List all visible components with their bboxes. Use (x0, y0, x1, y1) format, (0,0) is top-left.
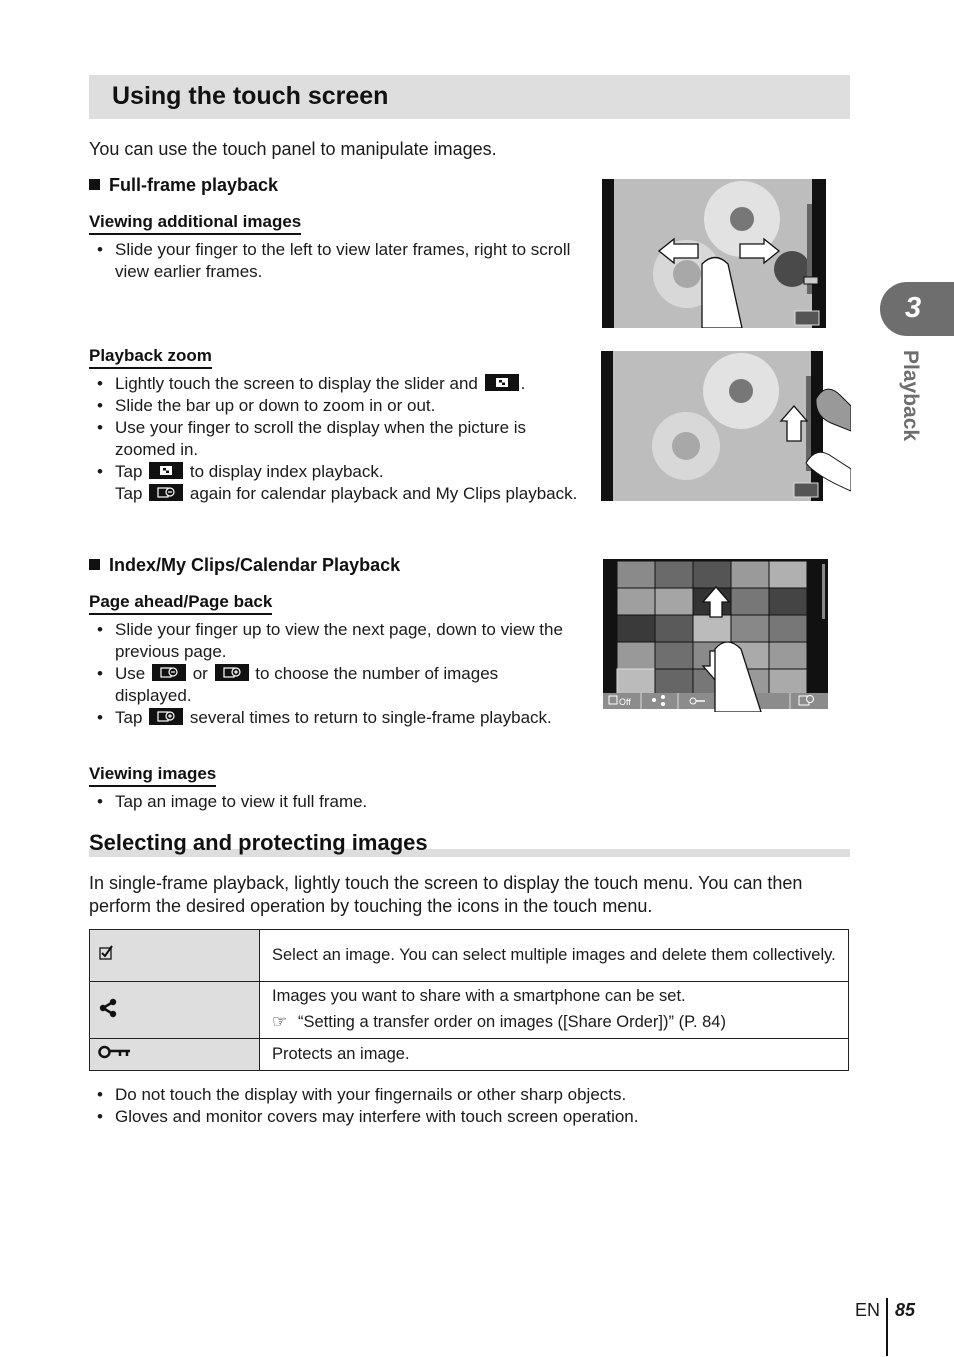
touch-menu-off-label: Off (619, 697, 631, 707)
list-item: Slide your finger up to view the next pa… (89, 619, 579, 663)
bullet-text: or (192, 664, 208, 683)
selecting-heading-text: Selecting and protecting images (89, 830, 428, 855)
bullet-text: Tap (115, 484, 143, 503)
playback-zoom-subheading: Playback zoom (89, 346, 212, 369)
index-heading-text: Index/My Clips/Calendar Playback (109, 555, 401, 575)
list-item: Tap to display index playback. Tap again… (89, 461, 579, 505)
list-item: Gloves and monitor covers may interfere … (89, 1106, 849, 1128)
index-heading: Index/My Clips/Calendar Playback (86, 555, 400, 576)
list-item: Tap an image to view it full frame. (89, 791, 579, 813)
chapter-label: Playback (886, 350, 926, 460)
full-frame-swipe-illustration (602, 179, 826, 328)
page-ahead-list: Slide your finger up to view the next pa… (89, 619, 579, 729)
index-zoom-out-icon (149, 484, 184, 501)
page-title-bar: Using the touch screen (89, 75, 850, 119)
chapter-label-text: Playback (899, 350, 922, 442)
checkbox-icon (99, 945, 113, 960)
footer-language: EN (855, 1300, 881, 1320)
full-frame-heading-text: Full-frame playback (109, 175, 279, 195)
notes-list: Do not touch the display with your finge… (89, 1084, 849, 1128)
chapter-number: 3 (905, 292, 922, 324)
page-title: Using the touch screen (112, 82, 389, 110)
bullet-text: again for calendar playback and My Clips… (189, 484, 578, 503)
bullet-text: to display index playback. (189, 462, 384, 481)
table-row: Select an image. You can select multiple… (89, 929, 849, 982)
reference-hand-icon: ☞ (272, 1012, 288, 1031)
bullet-text: Lightly touch the screen to display the … (115, 374, 478, 393)
list-item: Slide the bar up or down to zoom in or o… (89, 395, 579, 417)
bullet-text: Tap (115, 462, 143, 481)
list-item: Use or to choose the number of images di… (89, 663, 579, 707)
icon-cell (89, 1038, 260, 1071)
full-frame-heading: Full-frame playback (86, 175, 278, 196)
selecting-paragraph: In single-frame playback, lightly touch … (89, 873, 803, 916)
list-item: Use your finger to scroll the display wh… (89, 417, 579, 461)
selecting-section-heading: Selecting and protecting images (89, 830, 850, 858)
touch-menu-table: Select an image. You can select multiple… (89, 929, 849, 1071)
share-description: Images you want to share with a smartpho… (272, 987, 686, 1005)
bullet-text: Use (115, 664, 146, 683)
list-item: Do not touch the display with your finge… (89, 1084, 849, 1106)
description-cell: Images you want to share with a smartpho… (259, 981, 849, 1039)
bullet-text: . (520, 374, 526, 393)
share-icon (99, 998, 117, 1017)
list-item: Slide your finger to the left to view la… (89, 239, 579, 283)
key-icon (98, 1045, 130, 1059)
icon-cell (89, 981, 260, 1039)
notes-section: Do not touch the display with your finge… (89, 1084, 849, 1128)
viewing-images-list: Tap an image to view it full frame. (89, 791, 579, 813)
viewing-additional-section: Viewing additional images Slide your fin… (89, 212, 579, 283)
playback-zoom-section: Playback zoom Lightly touch the screen t… (89, 346, 579, 505)
icon-cell (89, 929, 260, 982)
page-number: 85 (895, 1300, 916, 1320)
index-playback-illustration: Off (603, 559, 828, 713)
square-bullet-icon (89, 179, 100, 190)
index-playback-icon (484, 374, 519, 391)
table-row: Protects an image. (89, 1038, 849, 1071)
index-playback-icon (149, 462, 184, 479)
bullet-text: several times to return to single-frame … (189, 708, 552, 727)
bullet-text: Tap (115, 708, 143, 727)
viewing-additional-subheading: Viewing additional images (89, 212, 302, 235)
page-ahead-subheading: Page ahead/Page back (89, 592, 273, 615)
playback-zoom-list: Lightly touch the screen to display the … (89, 373, 579, 505)
viewing-images-section: Viewing images Tap an image to view it f… (89, 764, 579, 813)
page-ahead-section: Page ahead/Page back Slide your finger u… (89, 592, 579, 729)
table-row: Images you want to share with a smartpho… (89, 981, 849, 1039)
share-reference[interactable]: ☞ “Setting a transfer order on images ([S… (272, 1011, 840, 1033)
reference-link[interactable]: “Setting a transfer order on images ([Sh… (298, 1013, 726, 1031)
viewing-images-subheading: Viewing images (89, 764, 217, 787)
index-zoom-in-icon (214, 664, 249, 681)
intro-text: You can use the touch panel to manipulat… (89, 139, 497, 159)
viewing-additional-list: Slide your finger to the left to view la… (89, 239, 579, 283)
square-bullet-icon (89, 559, 100, 570)
list-item: Lightly touch the screen to display the … (89, 373, 579, 395)
description-cell: Protects an image. (259, 1038, 849, 1071)
playback-zoom-illustration (601, 351, 851, 501)
index-zoom-out-icon (151, 664, 186, 681)
description-cell: Select an image. You can select multiple… (259, 929, 849, 982)
index-zoom-in-icon (149, 708, 184, 725)
list-item: Tap several times to return to single-fr… (89, 707, 579, 729)
chapter-tab[interactable]: 3 (880, 282, 954, 336)
footer-divider (886, 1298, 888, 1356)
